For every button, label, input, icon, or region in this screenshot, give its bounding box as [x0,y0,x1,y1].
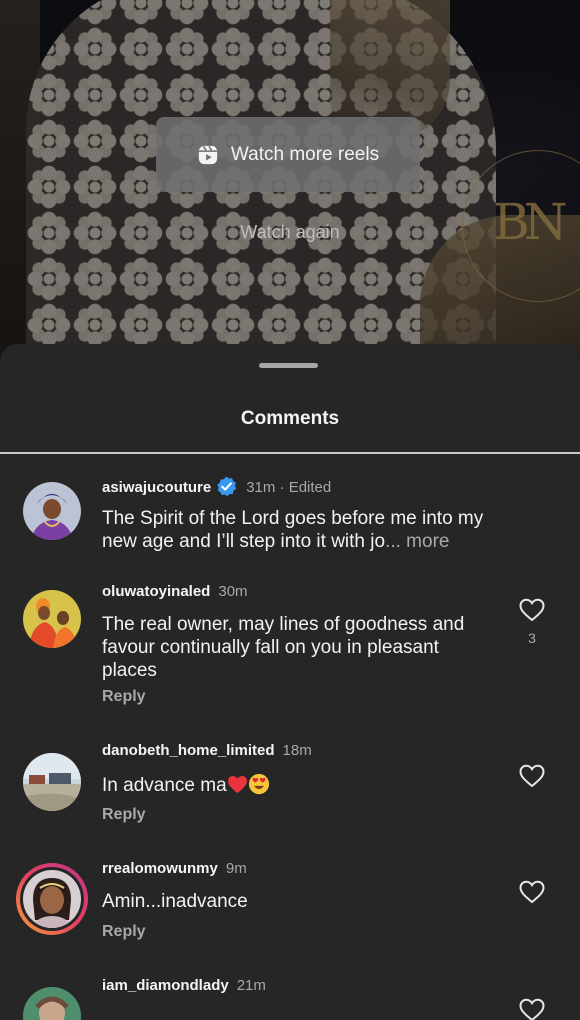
avatar[interactable] [23,753,81,811]
comment-item: oluwatoyinaled 30m The real owner, may li… [0,583,580,706]
comment-time: 31m · Edited [246,479,332,496]
comment-text: Amin...inadvance [102,891,248,912]
comment-username[interactable]: asiwajucouture 31m · Edited [102,475,331,498]
avatar[interactable] [23,987,81,1020]
comment-more-link[interactable]: ... more [385,531,449,552]
sheet-divider [0,452,580,454]
comments-title: Comments [240,408,340,429]
story-ring-avatar[interactable] [16,863,88,935]
heart-eyes-emoji [248,773,269,795]
comment-username[interactable]: iam_diamondlady 21m [102,977,266,994]
comment-item: asiwajucouture 31m · Edited The Spirit o… [0,466,580,566]
comment-item: danobeth_home_limited 18m In advance ma R… [0,742,580,842]
comment-item: iam_diamondlady 21m [0,976,580,1020]
avatar-image [23,482,81,540]
avatar-image [23,590,81,648]
comment-time: 18m [282,742,312,759]
avatar-image [23,870,81,928]
like-heart-icon[interactable] [519,880,545,904]
avatar-image [23,987,81,1020]
sheet-drag-handle[interactable] [259,363,318,368]
comment-username[interactable]: rrealomowunmy 9m [102,860,247,877]
reply-button[interactable]: Reply [102,688,146,706]
comment-text: The real owner, may lines of goodness an… [102,614,465,681]
watch-again-button[interactable]: Watch again [0,222,580,243]
comment-time: 21m [236,977,266,994]
like-heart-icon[interactable] [519,998,545,1020]
reply-button[interactable]: Reply [102,806,146,824]
comments-sheet: Comments asiwajucouture 31m · Edited The… [0,344,580,1020]
avatar-inner [20,867,84,931]
avatar[interactable] [23,590,81,648]
comment-item: rrealomowunmy 9m Amin...inadvance Reply [0,859,580,959]
comment-time: 30m [218,583,248,600]
like-heart-icon[interactable] [519,598,545,622]
comment-time: 9m [225,860,247,877]
comment-text: The Spirit of the Lord goes before me in… [102,508,484,552]
red-heart-emoji [227,776,247,794]
comment-username[interactable]: danobeth_home_limited 18m [102,742,312,759]
avatar-image [23,753,81,811]
comment-username[interactable]: oluwatoyinaled 30m [102,583,248,600]
comment-text: In advance ma [102,773,512,797]
like-count: 3 [528,630,536,646]
watch-more-reels-label: Watch more reels [230,143,380,165]
reply-button[interactable]: Reply [102,923,146,941]
watch-more-reels-button[interactable]: Watch more reels [156,117,420,192]
reels-icon [198,145,218,164]
verified-badge-icon [217,476,237,497]
like-heart-icon[interactable] [519,764,545,788]
avatar[interactable] [23,482,81,540]
